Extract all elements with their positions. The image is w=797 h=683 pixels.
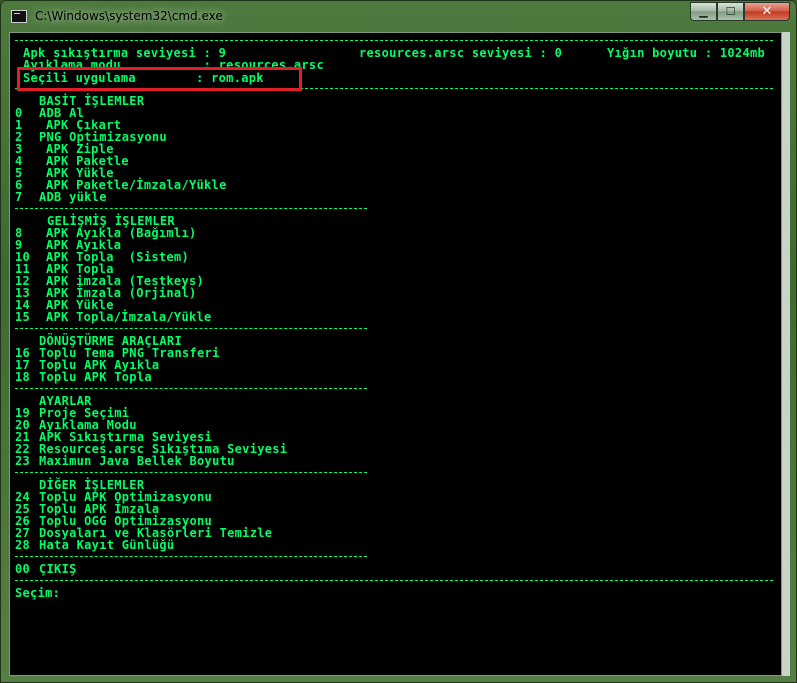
- item-label: Maximun Java Bellek Boyutu: [39, 454, 235, 468]
- separator: [15, 556, 367, 557]
- console-area[interactable]: Apk sıkıştırma seviyesi : 9 resources.ar…: [9, 32, 782, 676]
- separator: [15, 580, 773, 581]
- item-label: Hata Kayıt Günlüğü: [39, 538, 175, 552]
- menu-item[interactable]: 23 Maximun Java Bellek Boyutu: [15, 455, 235, 467]
- resources-level: resources.arsc seviyesi : 0: [359, 46, 563, 60]
- input-prompt[interactable]: Seçim:: [15, 587, 60, 599]
- minimize-button[interactable]: ▁: [690, 2, 717, 21]
- separator: [15, 328, 367, 329]
- title-bar[interactable]: C:\Windows\system32\cmd.exe ▁ ☐ ✕: [1, 1, 797, 33]
- console-scrollbar[interactable]: [782, 32, 790, 676]
- menu-item[interactable]: 7 ADB yükle: [15, 191, 107, 203]
- separator: [15, 40, 773, 41]
- item-number: 7: [15, 190, 23, 204]
- maximize-button[interactable]: ☐: [717, 2, 744, 21]
- item-number: 15: [15, 310, 31, 324]
- item-label: ADB yükle: [39, 190, 107, 204]
- highlight-box: [17, 67, 302, 91]
- menu-item[interactable]: 28 Hata Kayıt Günlüğü: [15, 539, 174, 551]
- minimize-icon: ▁: [699, 5, 708, 18]
- cmd-window: C:\Windows\system32\cmd.exe ▁ ☐ ✕ Apk sı…: [0, 0, 797, 683]
- caption-buttons: ▁ ☐ ✕: [690, 2, 790, 22]
- item-label: Toplu APK Topla: [39, 370, 152, 384]
- separator: [15, 208, 367, 209]
- item-number: 28: [15, 538, 31, 552]
- item-number: 18: [15, 370, 31, 384]
- menu-item-exit[interactable]: 00 ÇIKIŞ: [15, 563, 77, 575]
- menu-item[interactable]: 18 Toplu APK Topla: [15, 371, 152, 383]
- item-number: 23: [15, 454, 31, 468]
- menu-item[interactable]: 15 APK Topla/İmzala/Yükle: [15, 311, 212, 323]
- item-label: ÇIKIŞ: [39, 562, 77, 576]
- cmd-icon: [11, 10, 27, 23]
- maximize-icon: ☐: [725, 5, 736, 18]
- separator: [15, 472, 367, 473]
- separator: [15, 388, 367, 389]
- window-title: C:\Windows\system32\cmd.exe: [35, 9, 223, 23]
- close-button[interactable]: ✕: [744, 2, 790, 21]
- item-label: APK Topla/İmzala/Yükle: [46, 310, 212, 324]
- item-number: 00: [15, 562, 31, 576]
- heap-size: Yığın boyutu : 1024mb: [607, 46, 766, 60]
- close-icon: ✕: [761, 4, 773, 19]
